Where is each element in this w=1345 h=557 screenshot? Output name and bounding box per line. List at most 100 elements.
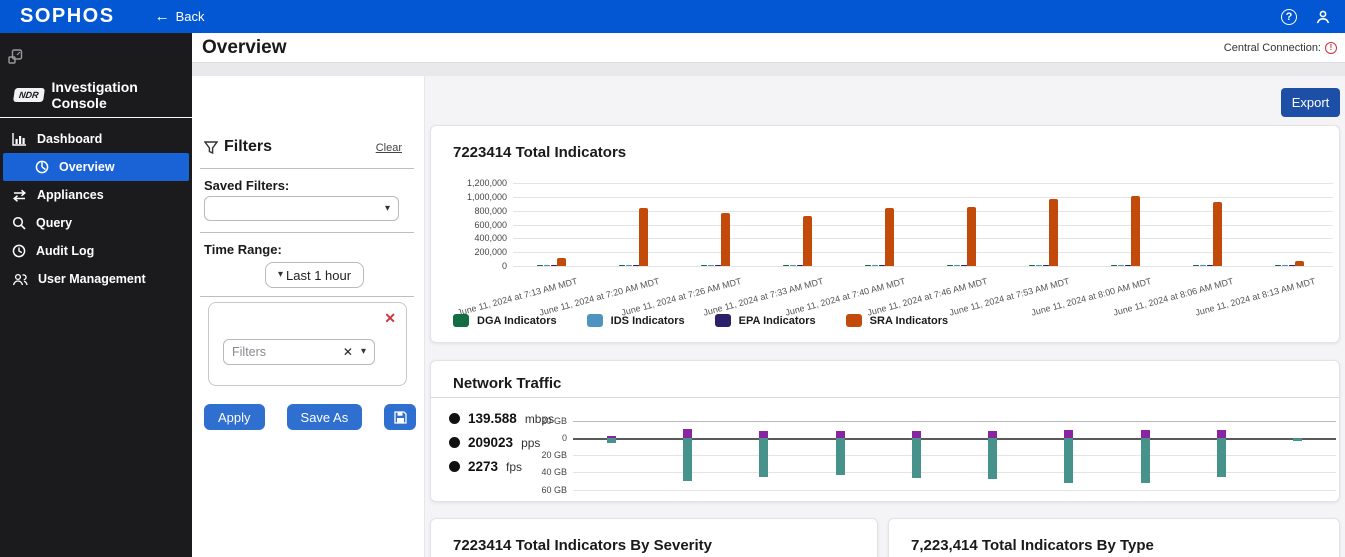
- app-root: SOPHOS ← Back ? NDR Investigation Consol…: [0, 0, 1345, 557]
- y-axis-tick: 200,000: [447, 247, 507, 257]
- saved-filters-select[interactable]: ▾: [204, 196, 399, 221]
- sidebar-item-overview[interactable]: Overview: [3, 153, 189, 181]
- bar: [1275, 265, 1281, 266]
- bar: [683, 438, 692, 481]
- y-axis-tick: 20 GB: [507, 416, 567, 426]
- save-as-button[interactable]: Save As: [287, 404, 363, 430]
- y-axis-tick: 800,000: [447, 206, 507, 216]
- time-range-select[interactable]: ▾ Last 1 hour: [265, 262, 364, 288]
- bar: [967, 207, 976, 266]
- bar: [708, 265, 714, 266]
- bar: [783, 265, 789, 266]
- legend-swatch: [846, 314, 862, 327]
- horizontal-scrollbar[interactable]: [192, 62, 1345, 76]
- indicators-by-type-title: 7,223,414 Total Indicators By Type: [911, 537, 1154, 554]
- y-axis-tick: 1,000,000: [447, 192, 507, 202]
- top-bar: SOPHOS ← Back ?: [0, 0, 1345, 33]
- filter-type-select[interactable]: Filters ✕ ▾: [223, 339, 375, 365]
- bar-chart-icon: [12, 132, 27, 146]
- filter-placeholder: Filters: [232, 345, 343, 359]
- bar: [954, 265, 960, 266]
- bar: [1193, 265, 1199, 266]
- search-icon: [12, 216, 26, 230]
- time-range-label: Time Range:: [204, 242, 282, 257]
- swap-arrows-icon: [12, 189, 27, 202]
- floppy-disk-icon: [394, 411, 407, 424]
- gridline: [513, 183, 1333, 184]
- legend-item-epa-indicators: EPA Indicators: [715, 314, 816, 327]
- bar: [988, 431, 997, 438]
- filters-heading: Filters: [204, 138, 272, 156]
- filters-panel: Filters Clear Saved Filters: ▾ Time Rang…: [192, 76, 425, 557]
- bar: [790, 265, 796, 266]
- legend-label: DGA Indicators: [477, 315, 557, 327]
- divider: [200, 232, 414, 233]
- bar: [1282, 265, 1288, 266]
- user-account-icon[interactable]: [1315, 9, 1331, 25]
- chevron-down-icon: ▾: [278, 270, 283, 280]
- bar: [803, 216, 812, 266]
- bar: [1029, 265, 1035, 266]
- legend-item-dga-indicators: DGA Indicators: [453, 314, 557, 327]
- bar: [1213, 202, 1222, 266]
- gridline: [573, 421, 1336, 422]
- overview-icon: [35, 160, 49, 174]
- legend-label: SRA Indicators: [870, 315, 948, 327]
- export-button[interactable]: Export: [1281, 88, 1340, 117]
- warning-icon[interactable]: !: [1325, 42, 1337, 54]
- gridline: [513, 252, 1333, 253]
- sidebar-item-appliances[interactable]: Appliances: [0, 181, 192, 209]
- indicators-by-severity-title: 7223414 Total Indicators By Severity: [453, 537, 712, 554]
- collapse-panel-icon[interactable]: [8, 49, 23, 69]
- y-axis-tick: 1,200,000: [447, 178, 507, 188]
- network-traffic-chart: 20 GB020 GB40 GB60 GB: [431, 361, 1341, 503]
- apply-button[interactable]: Apply: [204, 404, 265, 430]
- back-button[interactable]: ← Back: [155, 8, 205, 25]
- gridline: [513, 197, 1333, 198]
- gridline: [513, 211, 1333, 212]
- y-axis-tick: 60 GB: [507, 485, 567, 495]
- total-indicators-chart: 0200,000400,000600,000800,0001,000,0001,…: [431, 126, 1341, 344]
- legend-swatch: [715, 314, 731, 327]
- sidebar-item-audit-log[interactable]: Audit Log: [0, 237, 192, 265]
- saved-filters-label: Saved Filters:: [204, 178, 289, 193]
- bar: [557, 258, 566, 266]
- help-icon[interactable]: ?: [1281, 9, 1297, 25]
- legend-swatch: [453, 314, 469, 327]
- save-filter-button[interactable]: [384, 404, 416, 430]
- clear-filters-link[interactable]: Clear: [376, 142, 402, 154]
- sidebar-item-dashboard[interactable]: Dashboard: [0, 125, 192, 153]
- bar: [1293, 438, 1302, 441]
- gridline: [513, 225, 1333, 226]
- bar: [836, 438, 845, 475]
- bar: [759, 438, 768, 477]
- bar: [619, 265, 625, 266]
- back-arrow-icon: ←: [155, 8, 170, 25]
- bar: [537, 265, 543, 266]
- bar: [872, 265, 878, 266]
- sidebar-item-query[interactable]: Query: [0, 209, 192, 237]
- legend-item-sra-indicators: SRA Indicators: [846, 314, 948, 327]
- bar: [701, 265, 707, 266]
- product-name: Investigation Console: [52, 79, 193, 111]
- clear-selection-icon[interactable]: ✕: [343, 345, 353, 359]
- bar: [1141, 430, 1150, 438]
- page-header: Overview Central Connection: !: [192, 33, 1345, 62]
- sidebar-divider: [0, 117, 192, 118]
- bar: [1217, 430, 1226, 438]
- sidebar-menu: Dashboard Overview Appliances Query Audi…: [0, 125, 192, 293]
- divider: [200, 168, 414, 169]
- ndr-badge: NDR: [13, 88, 44, 102]
- y-axis-tick: 600,000: [447, 220, 507, 230]
- y-axis-tick: 400,000: [447, 233, 507, 243]
- bar: [1111, 265, 1117, 266]
- central-connection-status: Central Connection: !: [1224, 42, 1337, 54]
- sidebar-item-user-management[interactable]: User Management: [0, 265, 192, 293]
- back-label: Back: [176, 9, 205, 24]
- bar: [912, 438, 921, 478]
- bar: [639, 208, 648, 266]
- page-title: Overview: [202, 37, 287, 59]
- clock-icon: [12, 244, 26, 258]
- remove-filter-icon[interactable]: ✕: [384, 311, 396, 325]
- bar: [1200, 265, 1206, 266]
